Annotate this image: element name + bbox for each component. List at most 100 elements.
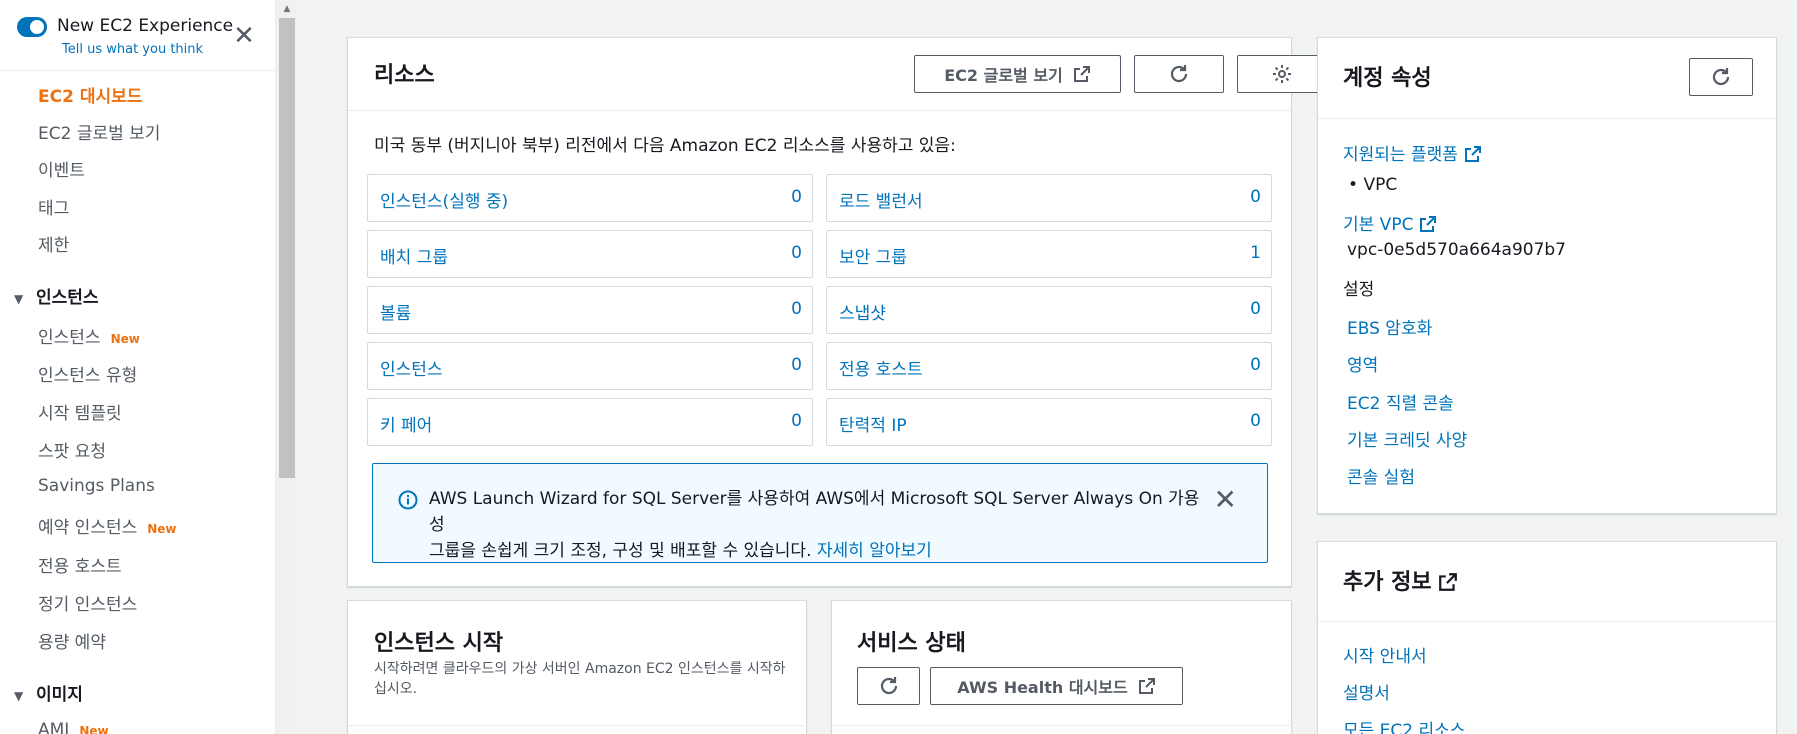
- external-link-icon: [1073, 65, 1091, 83]
- sidebar-section-instances[interactable]: ▼ 인스턴스: [14, 283, 99, 308]
- resource-label: 볼륨: [380, 304, 412, 324]
- getting-started-link[interactable]: 시작 안내서: [1343, 642, 1427, 667]
- refresh-button[interactable]: [857, 667, 920, 705]
- resource-label: 키 페어: [380, 416, 433, 436]
- sidebar-item-savings-plans[interactable]: Savings Plans: [38, 476, 155, 496]
- launch-instance-panel: 인스턴스 시작 시작하려면 클라우드의 가상 서버인 Amazon EC2 인스…: [347, 600, 808, 734]
- learn-more-link[interactable]: 자세히 알아보기: [817, 541, 932, 561]
- sidebar-item-instances[interactable]: 인스턴스 New: [38, 323, 140, 348]
- sidebar-item-dashboard[interactable]: EC2 대시보드: [38, 82, 142, 107]
- resource-cell[interactable]: 탄력적 IP 0: [826, 398, 1272, 446]
- sidebar-item-label: 예약 인스턴스: [38, 518, 138, 538]
- sidebar-item-dedicated-hosts[interactable]: 전용 호스트: [38, 552, 122, 577]
- platform-value-text: VPC: [1363, 175, 1398, 195]
- settings-link-ebs-encryption[interactable]: EBS 암호화: [1347, 314, 1432, 339]
- new-experience-title: New EC2 Experience: [57, 16, 234, 36]
- supported-platforms-link[interactable]: 지원되는 플랫폼: [1343, 140, 1482, 168]
- sidebar-item-ami[interactable]: AMI New: [38, 720, 109, 734]
- resource-cell[interactable]: 전용 호스트 0: [826, 342, 1272, 390]
- settings-link-serial-console[interactable]: EC2 직렬 콘솔: [1347, 389, 1454, 414]
- info-icon: [398, 490, 418, 514]
- sidebar-item-instance-types[interactable]: 인스턴스 유형: [38, 361, 137, 386]
- resource-cell[interactable]: 키 페어 0: [367, 398, 813, 446]
- new-badge: New: [110, 332, 140, 346]
- resource-label: 탄력적 IP: [839, 416, 907, 436]
- resource-count: 0: [1250, 411, 1261, 431]
- refresh-icon: [878, 675, 900, 697]
- settings-link-console-experiments[interactable]: 콘솔 실험: [1347, 463, 1415, 488]
- default-vpc-link[interactable]: 기본 VPC: [1343, 210, 1437, 238]
- supported-platforms-label: 지원되는 플랫폼: [1343, 145, 1458, 165]
- resource-label: 로드 밸런서: [839, 192, 923, 212]
- feedback-link[interactable]: Tell us what you think: [62, 42, 203, 57]
- additional-info-title[interactable]: 추가 정보: [1343, 564, 1458, 598]
- settings-button[interactable]: [1237, 55, 1327, 93]
- sidebar-scrollbar-thumb[interactable]: [279, 18, 295, 478]
- resource-cell[interactable]: 로드 밸런서 0: [826, 174, 1272, 222]
- resource-count: 0: [1250, 187, 1261, 207]
- launch-instance-description: 시작하려면 클라우드의 가상 서버인 Amazon EC2 인스턴스를 시작하십…: [374, 661, 786, 697]
- sidebar-divider: [0, 70, 275, 71]
- refresh-button[interactable]: [1689, 58, 1753, 96]
- refresh-icon: [1710, 66, 1732, 88]
- sidebar: New EC2 Experience Tell us what you thin…: [0, 0, 276, 734]
- sidebar-item-scheduled-instances[interactable]: 정기 인스턴스: [38, 590, 137, 615]
- all-ec2-resources-link[interactable]: 모든 EC2 리소스: [1343, 716, 1465, 734]
- sql-launch-wizard-notice: AWS Launch Wizard for SQL Server를 사용하여 A…: [372, 463, 1268, 563]
- new-experience-toggle-row: New EC2 Experience Tell us what you thin…: [17, 14, 267, 62]
- account-attributes-panel: 계정 속성 지원되는 플랫폼 • VPC 기본 VPC vpc-0e5d570a…: [1317, 37, 1777, 514]
- global-view-button-label: EC2 글로벌 보기: [944, 66, 1063, 85]
- external-link-icon: [1138, 677, 1156, 695]
- notice-text-line1: AWS Launch Wizard for SQL Server를 사용하여 A…: [429, 489, 1200, 535]
- scroll-up-arrow-icon[interactable]: ▲: [277, 0, 297, 18]
- external-link-icon: [1464, 145, 1482, 168]
- resource-cell[interactable]: 스냅샷 0: [826, 286, 1272, 334]
- platform-value: • VPC: [1348, 175, 1398, 195]
- refresh-button[interactable]: [1134, 55, 1224, 93]
- launch-instance-title: 인스턴스 시작: [374, 631, 504, 656]
- health-dashboard-button[interactable]: AWS Health 대시보드: [930, 667, 1183, 705]
- resource-count: 0: [791, 243, 802, 263]
- resource-label: 인스턴스(실행 중): [380, 192, 509, 212]
- notice-text-line2-body: 그룹을 손쉽게 크기 조정, 구성 및 배포할 수 있습니다.: [429, 541, 812, 561]
- close-icon[interactable]: ✕: [232, 23, 256, 49]
- resource-label: 보안 그룹: [839, 248, 907, 268]
- sidebar-section-images[interactable]: ▼ 이미지: [14, 680, 83, 705]
- sidebar-item-reserved-instances[interactable]: 예약 인스턴스 New: [38, 513, 177, 538]
- settings-link-zones[interactable]: 영역: [1347, 351, 1378, 376]
- resource-cell[interactable]: 인스턴스 0: [367, 342, 813, 390]
- service-health-panel: 서비스 상태 AWS Health 대시보드: [831, 600, 1293, 734]
- resources-description: 미국 동부 (버지니아 북부) 리전에서 다음 Amazon EC2 리소스를 …: [374, 136, 956, 156]
- sidebar-item-launch-templates[interactable]: 시작 템플릿: [38, 399, 122, 424]
- global-view-button[interactable]: EC2 글로벌 보기: [914, 55, 1121, 93]
- additional-info-panel: 추가 정보 시작 안내서 설명서 모든 EC2 리소스: [1317, 541, 1777, 734]
- resource-label: 인스턴스: [380, 360, 443, 380]
- default-vpc-id: vpc-0e5d570a664a907b7: [1347, 240, 1566, 260]
- external-link-icon: [1419, 215, 1437, 238]
- resource-count: 0: [1250, 355, 1261, 375]
- resource-cell[interactable]: 배치 그룹 0: [367, 230, 813, 278]
- resource-cell[interactable]: 볼륨 0: [367, 286, 813, 334]
- notice-text: AWS Launch Wizard for SQL Server를 사용하여 A…: [429, 486, 1209, 564]
- settings-link-default-credit[interactable]: 기본 크레딧 사양: [1347, 426, 1467, 451]
- sidebar-item-capacity-reservations[interactable]: 용량 예약: [38, 628, 106, 653]
- sidebar-item-events[interactable]: 이벤트: [38, 156, 85, 181]
- panel-divider: [348, 725, 808, 726]
- external-link-icon: [1438, 572, 1458, 598]
- sidebar-item-limits[interactable]: 제한: [38, 231, 69, 256]
- notice-text-line2: 그룹을 손쉽게 크기 조정, 구성 및 배포할 수 있습니다. 자세히 알아보기: [429, 538, 1209, 564]
- sidebar-item-tags[interactable]: 태그: [38, 194, 69, 219]
- documentation-link[interactable]: 설명서: [1343, 679, 1390, 704]
- resource-label: 배치 그룹: [380, 248, 448, 268]
- sidebar-item-global-view[interactable]: EC2 글로벌 보기: [38, 119, 160, 144]
- resource-cell[interactable]: 보안 그룹 1: [826, 230, 1272, 278]
- resource-count: 0: [791, 355, 802, 375]
- resource-count: 0: [791, 187, 802, 207]
- caret-down-icon: ▼: [14, 292, 24, 306]
- close-icon[interactable]: ✕: [1214, 486, 1237, 514]
- new-experience-toggle[interactable]: [17, 17, 47, 37]
- sidebar-item-spot-requests[interactable]: 스팟 요청: [38, 437, 106, 462]
- resource-label: 전용 호스트: [839, 360, 923, 380]
- gear-icon: [1272, 64, 1292, 84]
- resource-cell[interactable]: 인스턴스(실행 중) 0: [367, 174, 813, 222]
